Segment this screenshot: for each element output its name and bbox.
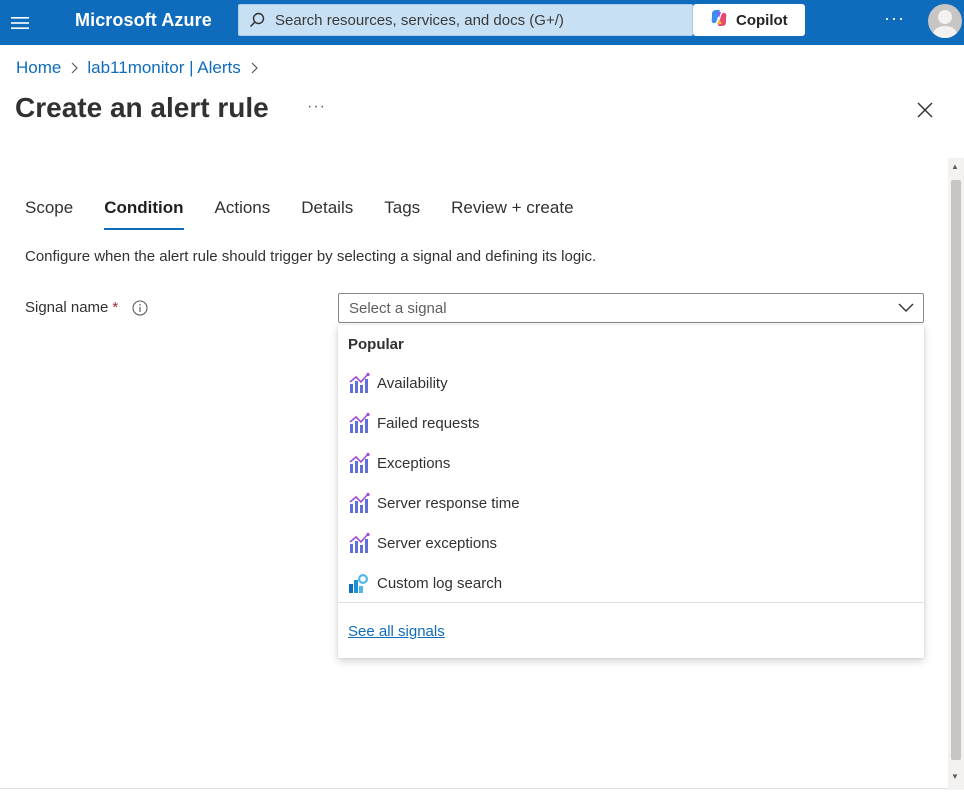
option-failed-requests[interactable]: Failed requests: [338, 403, 924, 443]
breadcrumb: Home lab11monitor | Alerts: [16, 58, 267, 78]
metric-chart-icon: [348, 492, 370, 514]
option-label: Availability: [377, 374, 448, 392]
scroll-down-icon[interactable]: ▼: [951, 772, 959, 781]
divider: [338, 602, 924, 603]
global-search[interactable]: [238, 4, 693, 36]
search-icon: [239, 5, 275, 35]
option-custom-log-search[interactable]: Custom log search: [338, 563, 924, 603]
page-title: Create an alert rule: [15, 92, 269, 123]
option-label: Custom log search: [377, 574, 503, 592]
option-label: Failed requests: [377, 414, 480, 432]
group-header-popular: Popular: [348, 336, 404, 353]
option-server-exceptions[interactable]: Server exceptions: [338, 523, 924, 563]
bottom-divider: [0, 788, 948, 789]
wizard-tabs: Scope Condition Actions Details Tags Rev…: [25, 198, 605, 230]
option-label: Server response time: [377, 494, 520, 512]
option-label: Server exceptions: [377, 534, 498, 552]
scrollbar-thumb[interactable]: [951, 180, 961, 760]
tab-review-create[interactable]: Review + create: [451, 198, 573, 230]
log-search-icon: [348, 572, 370, 594]
tab-actions[interactable]: Actions: [215, 198, 271, 230]
chevron-down-icon: [898, 301, 914, 319]
copilot-button[interactable]: Copilot: [693, 4, 805, 36]
option-exceptions[interactable]: Exceptions: [338, 443, 924, 483]
copilot-label: Copilot: [736, 11, 788, 29]
option-server-response-time[interactable]: Server response time: [338, 483, 924, 523]
signal-dropdown: Popular Availability Failed requests Exc…: [338, 325, 924, 658]
signal-select-placeholder: Select a signal: [349, 299, 447, 317]
option-availability[interactable]: Availability: [338, 363, 924, 403]
menu-icon[interactable]: [0, 0, 40, 45]
avatar[interactable]: [928, 4, 962, 38]
condition-description: Configure when the alert rule should tri…: [25, 248, 597, 265]
search-input[interactable]: [275, 11, 675, 29]
chevron-right-icon: [241, 62, 267, 74]
page-more-icon[interactable]: ···: [307, 98, 326, 116]
option-label: Exceptions: [377, 454, 451, 472]
brand-title[interactable]: Microsoft Azure: [75, 10, 212, 31]
required-marker: *: [112, 299, 119, 316]
tab-details[interactable]: Details: [301, 198, 353, 230]
chevron-right-icon: [61, 62, 87, 74]
signal-name-text: Signal name: [25, 299, 109, 316]
tab-condition[interactable]: Condition: [104, 198, 184, 230]
close-icon[interactable]: [913, 98, 937, 122]
metric-chart-icon: [348, 452, 370, 474]
scroll-up-icon[interactable]: ▲: [951, 162, 959, 171]
copilot-icon: [709, 8, 729, 32]
more-options-icon[interactable]: ···: [884, 8, 905, 29]
signal-select[interactable]: Select a signal: [338, 293, 924, 323]
breadcrumb-home[interactable]: Home: [16, 58, 61, 78]
metric-chart-icon: [348, 532, 370, 554]
signal-name-label: Signal name *: [25, 299, 148, 316]
info-icon[interactable]: [132, 299, 148, 316]
breadcrumb-alerts[interactable]: lab11monitor | Alerts: [87, 58, 240, 78]
metric-chart-icon: [348, 412, 370, 434]
tab-tags[interactable]: Tags: [384, 198, 420, 230]
see-all-signals-link[interactable]: See all signals: [348, 623, 445, 640]
metric-chart-icon: [348, 372, 370, 394]
top-bar: Microsoft Azure Copilot ···: [0, 0, 964, 45]
tab-scope[interactable]: Scope: [25, 198, 73, 230]
